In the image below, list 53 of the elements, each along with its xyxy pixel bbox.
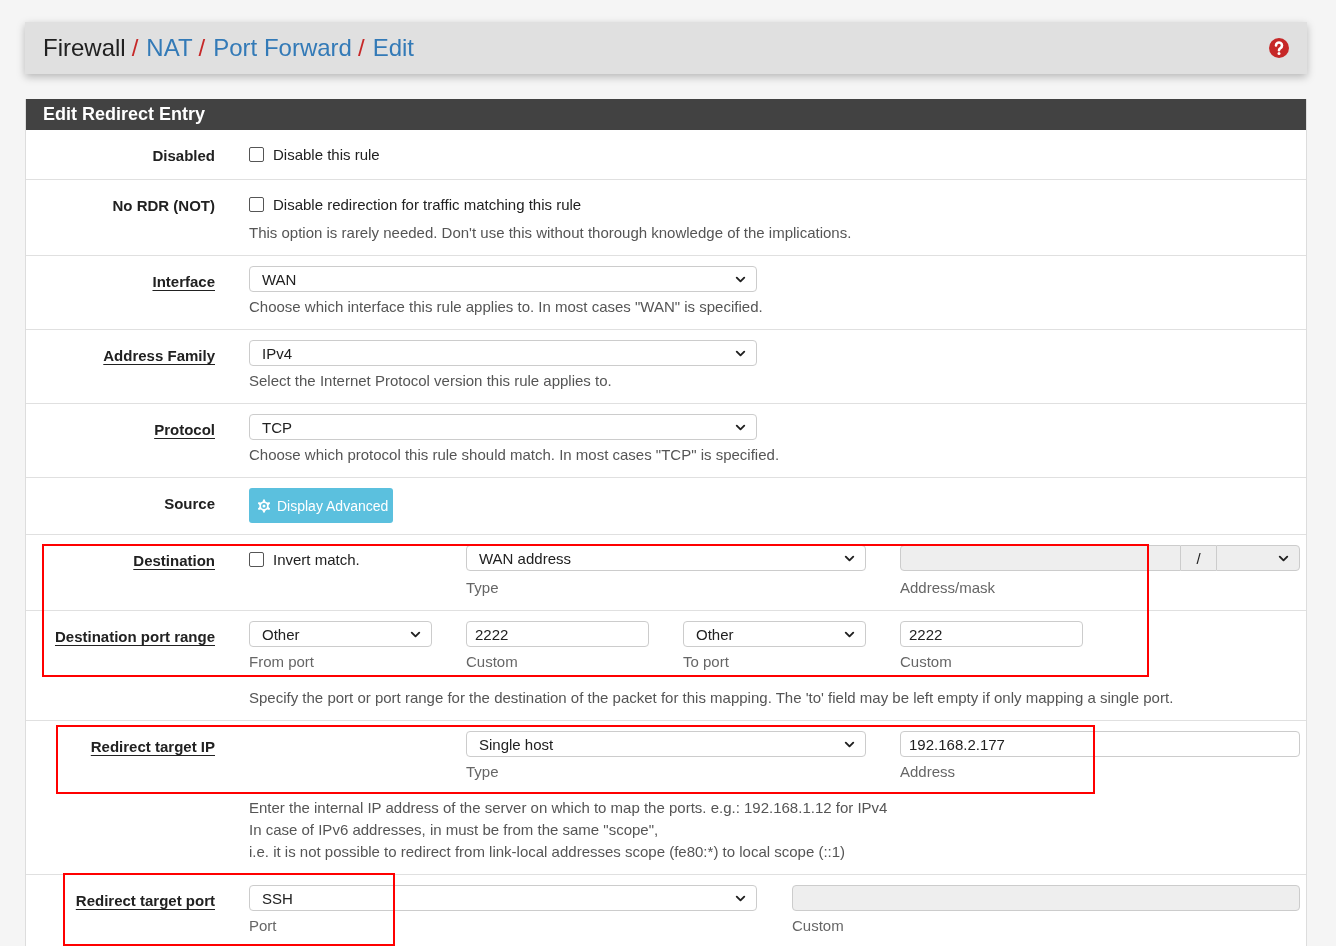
port-select[interactable]: SSH (249, 885, 757, 911)
help-icon[interactable] (1269, 38, 1289, 58)
help-text: i.e. it is not possible to redirect from link-local addresses scope (fe80:*) to local scope (::1) (249, 842, 847, 862)
panel-title: Edit Redirect Entry (26, 99, 1306, 130)
address-field[interactable]: 192.168.2.177 (900, 731, 1300, 757)
checkbox[interactable] (249, 196, 264, 212)
help-text: This option is rarely needed. Don't use this without thorough knowledge of the implications. (249, 223, 853, 243)
dropdown-select[interactable]: TCP (249, 414, 757, 440)
field-label-link[interactable]: Address Family (103, 347, 215, 364)
field-label-link[interactable]: Redirect target port (75, 892, 215, 909)
field-label-link[interactable]: Destination (133, 552, 215, 569)
field-label: Source (164, 495, 215, 512)
port-field[interactable]: 2222 (900, 621, 1083, 647)
to-port-select[interactable]: Other (683, 621, 866, 647)
field-caption: Type (466, 578, 500, 598)
field-caption: Custom (466, 652, 519, 672)
field-caption: Port (249, 916, 278, 936)
checkbox[interactable] (249, 551, 264, 567)
field-caption: Custom (900, 652, 953, 672)
field-label-link[interactable]: Redirect target IP (90, 738, 215, 755)
port-field[interactable]: 2222 (466, 621, 649, 647)
help-text: Select the Internet Protocol version this rule applies to. (249, 371, 613, 391)
gear-icon (255, 496, 273, 515)
from-port-select[interactable]: Other (249, 621, 432, 647)
checkbox-label: Invert match. (273, 550, 360, 568)
breadcrumb-separator: / (357, 34, 365, 62)
field-caption: Address (900, 762, 957, 782)
field-label-link[interactable]: Interface (152, 273, 215, 290)
breadcrumb-separator: / (131, 34, 139, 62)
help-text: Specify the port or port range for the destination of the packet for this mapping. The 'to' field may be left empty if only mapping a single port. (249, 688, 1175, 708)
field-caption: Address/mask (900, 578, 997, 598)
dropdown-select[interactable]: WAN (249, 266, 757, 292)
mask-separator: / (1196, 549, 1201, 567)
help-text: In case of IPv6 addresses, in must be from the same "scope", (249, 820, 660, 840)
help-text: Choose which protocol this rule should match. In most cases "TCP" is specified. (249, 445, 781, 465)
field-caption: Custom (792, 916, 845, 936)
checkbox[interactable] (249, 146, 264, 162)
help-text: Enter the internal IP address of the server on which to map the ports. e.g.: 192.168.1.12 for IPv4 (249, 798, 889, 818)
breadcrumb-text: Firewall (43, 34, 126, 62)
field-caption: To port (683, 652, 730, 672)
field-label: Disabled (152, 147, 215, 164)
checkbox-label: Disable this rule (273, 145, 380, 163)
breadcrumb-separator: / (198, 34, 206, 62)
field-label-link[interactable]: Destination port range (55, 628, 215, 645)
field-label-link[interactable]: Protocol (154, 421, 215, 438)
dropdown-select[interactable]: IPv4 (249, 340, 757, 366)
type-select[interactable]: WAN address (466, 545, 866, 571)
field-label: No RDR (NOT) (112, 197, 215, 214)
type-select[interactable]: Single host (466, 731, 866, 757)
field-caption: Type (466, 762, 500, 782)
help-text: Choose which interface this rule applies to. In most cases "WAN" is specified. (249, 297, 764, 317)
field-caption: From port (249, 652, 315, 672)
checkbox-label: Disable redirection for traffic matching this rule (273, 195, 582, 213)
